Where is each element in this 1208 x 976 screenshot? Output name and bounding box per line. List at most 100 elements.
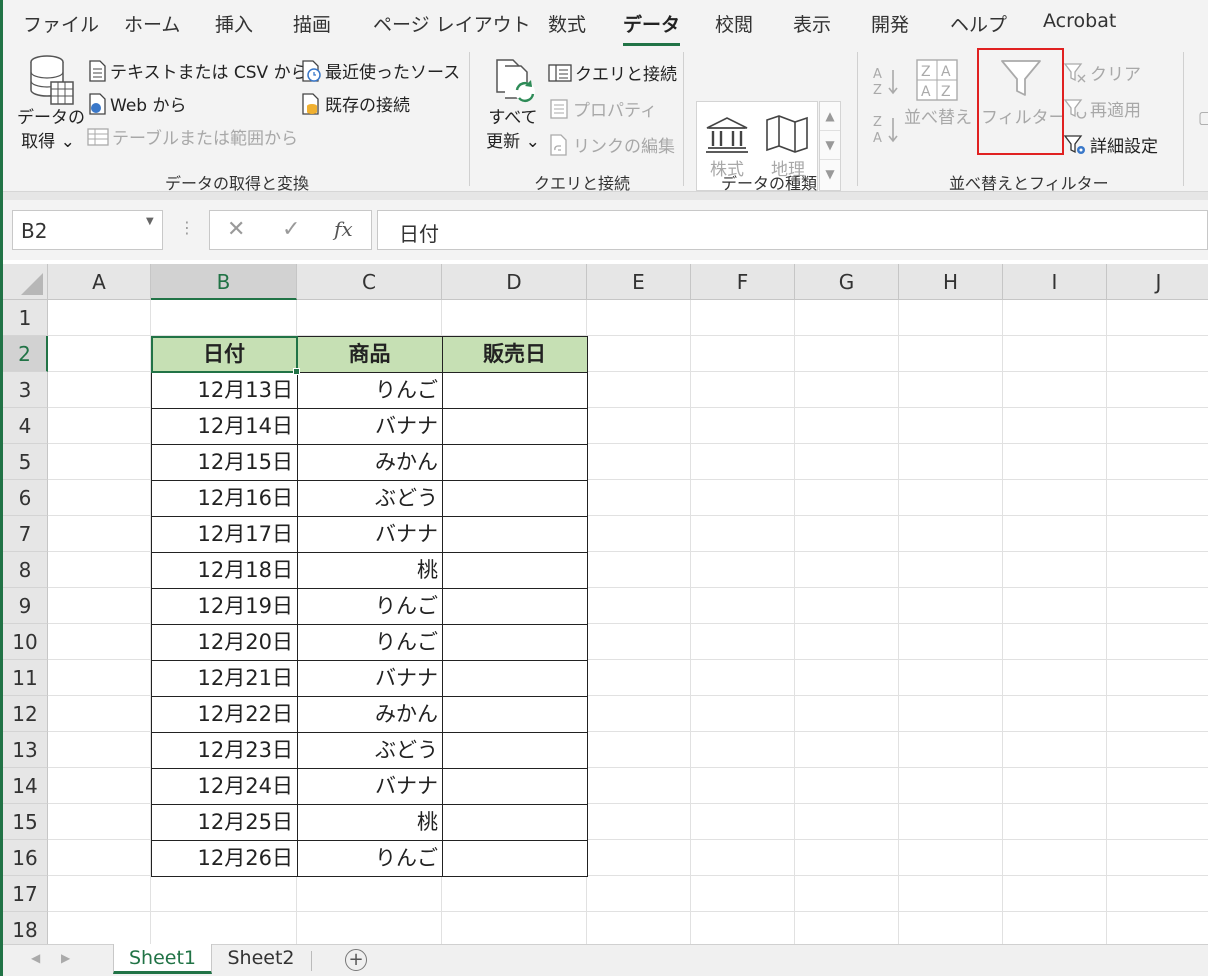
recent-sources-button[interactable]: 最近使ったソース <box>300 58 460 83</box>
date-cell[interactable]: 12月13日 <box>151 372 297 408</box>
sheet-next-icon[interactable]: ▶ <box>61 951 70 965</box>
gallery-more-button[interactable]: ▼ <box>820 160 840 189</box>
tab-draw[interactable]: 描画 <box>293 10 331 37</box>
cancel-icon[interactable]: ✕ <box>227 217 245 242</box>
row-header-7[interactable]: 7 <box>3 516 48 552</box>
row-header-17[interactable]: 17 <box>3 876 48 912</box>
product-cell[interactable]: ぶどう <box>297 732 442 768</box>
select-all-button[interactable] <box>3 264 48 300</box>
column-header-j[interactable]: J <box>1107 264 1208 300</box>
date-cell[interactable]: 12月15日 <box>151 444 297 480</box>
gallery-up-button[interactable]: ▲ <box>820 102 840 131</box>
column-header-b[interactable]: B <box>151 264 297 300</box>
product-cell[interactable]: みかん <box>297 444 442 480</box>
from-text-csv-button[interactable]: テキストまたは CSV から <box>87 58 308 83</box>
tab-review[interactable]: 校閲 <box>715 10 753 37</box>
column-header-f[interactable]: F <box>691 264 795 300</box>
tab-file[interactable]: ファイル <box>23 10 99 37</box>
sale-date-cell[interactable] <box>442 768 587 804</box>
existing-connections-button[interactable]: 既存の接続 <box>300 91 410 116</box>
date-cell[interactable]: 12月16日 <box>151 480 297 516</box>
row-header-5[interactable]: 5 <box>3 444 48 480</box>
row-header-16[interactable]: 16 <box>3 840 48 876</box>
row-header-18[interactable]: 18 <box>3 912 48 944</box>
product-cell[interactable]: バナナ <box>297 516 442 552</box>
table-header-cell[interactable]: 商品 <box>297 336 442 372</box>
name-box-dropdown-icon[interactable]: ▼ <box>146 216 154 227</box>
column-header-d[interactable]: D <box>442 264 587 300</box>
gallery-down-button[interactable]: ▼ <box>820 131 840 160</box>
reapply-filter-button[interactable]: 再適用 <box>1063 96 1141 121</box>
product-cell[interactable]: バナナ <box>297 408 442 444</box>
sort-ascending-button[interactable]: AZ <box>871 64 901 98</box>
column-header-e[interactable]: E <box>587 264 691 300</box>
date-cell[interactable]: 12月22日 <box>151 696 297 732</box>
table-header-cell[interactable]: 販売日 <box>442 336 587 372</box>
date-cell[interactable]: 12月14日 <box>151 408 297 444</box>
product-cell[interactable]: りんご <box>297 372 442 408</box>
sale-date-cell[interactable] <box>442 408 587 444</box>
product-cell[interactable]: りんご <box>297 624 442 660</box>
row-header-11[interactable]: 11 <box>3 660 48 696</box>
product-cell[interactable]: 桃 <box>297 552 442 588</box>
insert-function-icon[interactable]: fx <box>334 217 353 241</box>
sort-descending-button[interactable]: ZA <box>871 112 901 146</box>
product-cell[interactable]: みかん <box>297 696 442 732</box>
sale-date-cell[interactable] <box>442 696 587 732</box>
row-header-13[interactable]: 13 <box>3 732 48 768</box>
tab-page-layout[interactable]: ページ レイアウト <box>373 10 531 37</box>
tab-help[interactable]: ヘルプ <box>950 10 1007 37</box>
tab-view[interactable]: 表示 <box>793 10 831 37</box>
fill-handle[interactable] <box>293 368 300 375</box>
sale-date-cell[interactable] <box>442 804 587 840</box>
row-header-9[interactable]: 9 <box>3 588 48 624</box>
product-cell[interactable]: りんご <box>297 840 442 876</box>
column-header-c[interactable]: C <box>297 264 442 300</box>
from-table-range-button[interactable]: テーブルまたは範囲から <box>87 124 298 149</box>
product-cell[interactable]: バナナ <box>297 768 442 804</box>
name-box[interactable]: B2 <box>12 210 163 250</box>
sale-date-cell[interactable] <box>442 552 587 588</box>
sale-date-cell[interactable] <box>442 732 587 768</box>
date-cell[interactable]: 12月19日 <box>151 588 297 624</box>
date-cell[interactable]: 12月25日 <box>151 804 297 840</box>
properties-button[interactable]: プロパティ <box>548 96 657 121</box>
row-header-2[interactable]: 2 <box>3 336 48 372</box>
tab-data[interactable]: データ <box>623 10 681 46</box>
product-cell[interactable]: ぶどう <box>297 480 442 516</box>
formula-input[interactable]: 日付 <box>377 210 1208 250</box>
column-header-h[interactable]: H <box>899 264 1003 300</box>
row-header-15[interactable]: 15 <box>3 804 48 840</box>
date-cell[interactable]: 12月23日 <box>151 732 297 768</box>
add-sheet-button[interactable]: + <box>345 949 367 971</box>
queries-connections-button[interactable]: クエリと接続 <box>548 60 677 85</box>
row-header-6[interactable]: 6 <box>3 480 48 516</box>
sale-date-cell[interactable] <box>442 480 587 516</box>
date-cell[interactable]: 12月20日 <box>151 624 297 660</box>
advanced-filter-button[interactable]: 詳細設定 <box>1063 132 1158 157</box>
row-header-4[interactable]: 4 <box>3 408 48 444</box>
tab-home[interactable]: ホーム <box>124 10 180 37</box>
sale-date-cell[interactable] <box>442 588 587 624</box>
sale-date-cell[interactable] <box>442 660 587 696</box>
date-cell[interactable]: 12月17日 <box>151 516 297 552</box>
enter-check-icon[interactable]: ✓ <box>282 217 300 242</box>
row-header-10[interactable]: 10 <box>3 624 48 660</box>
sale-date-cell[interactable] <box>442 444 587 480</box>
worksheet-grid[interactable]: A B C D E F G H I J 1 2 3 4 5 6 7 8 9 10 11 12 13 14 15 16 17 18 日付商… <box>3 264 1208 944</box>
product-cell[interactable]: 桃 <box>297 804 442 840</box>
from-web-button[interactable]: Web から <box>87 91 186 116</box>
sale-date-cell[interactable] <box>442 624 587 660</box>
date-cell[interactable]: 12月24日 <box>151 768 297 804</box>
row-header-3[interactable]: 3 <box>3 372 48 408</box>
sale-date-cell[interactable] <box>442 372 587 408</box>
tab-formulas[interactable]: 数式 <box>548 10 586 37</box>
column-header-i[interactable]: I <box>1003 264 1107 300</box>
date-cell[interactable]: 12月26日 <box>151 840 297 876</box>
row-header-14[interactable]: 14 <box>3 768 48 804</box>
product-cell[interactable]: りんご <box>297 588 442 624</box>
tab-acrobat[interactable]: Acrobat <box>1043 10 1116 32</box>
tab-developer[interactable]: 開発 <box>871 10 909 37</box>
date-cell[interactable]: 12月21日 <box>151 660 297 696</box>
sheet-tab-2[interactable]: Sheet2 <box>215 944 307 974</box>
